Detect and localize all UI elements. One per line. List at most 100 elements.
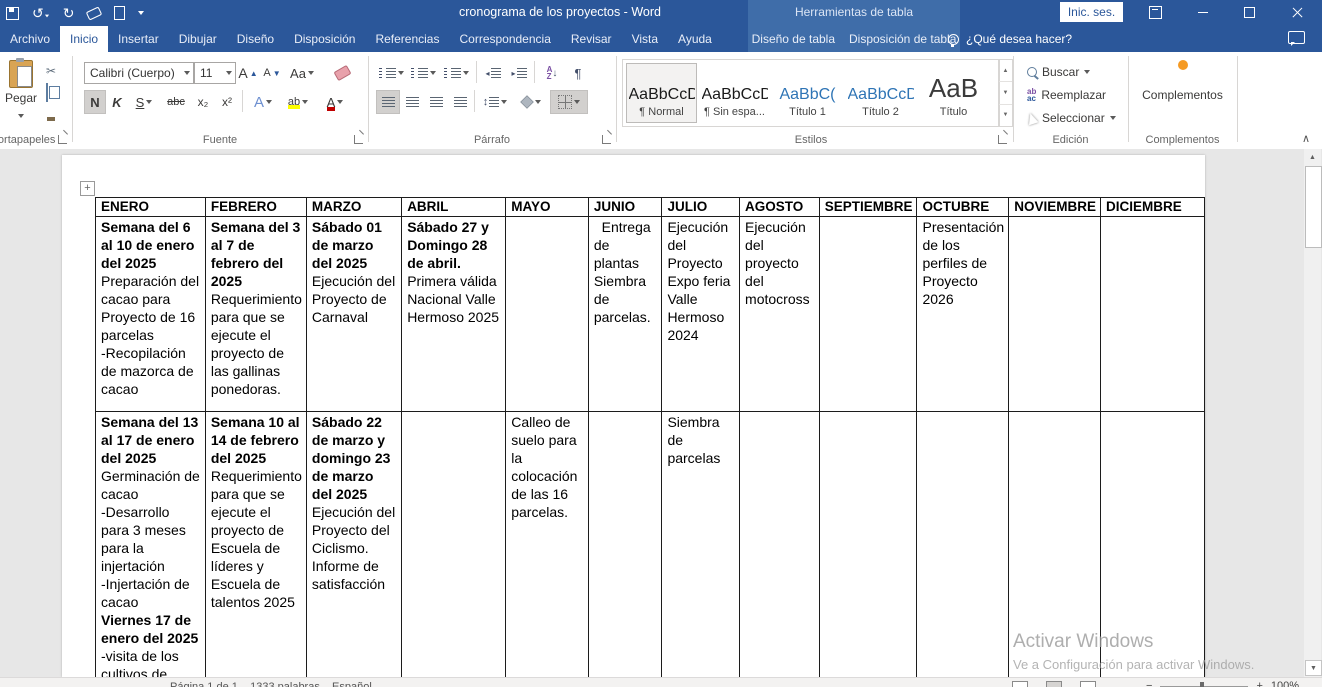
tab-disposicion[interactable]: Disposición bbox=[284, 26, 365, 52]
table-cell[interactable] bbox=[819, 217, 917, 412]
table-cell[interactable]: Entrega de plantasSiembra de parcelas. bbox=[588, 217, 662, 412]
table-cell[interactable]: Semana del 13 al 17 de enero del 2025Ger… bbox=[96, 412, 206, 678]
close-button[interactable] bbox=[1280, 0, 1314, 24]
tab-correspondencia[interactable]: Correspondencia bbox=[449, 26, 560, 52]
justify-button[interactable] bbox=[448, 90, 472, 114]
redo-icon[interactable]: ↻ bbox=[63, 4, 75, 22]
font-color-button[interactable]: A bbox=[318, 90, 352, 114]
style-item-2[interactable]: AaBbC(Título 1 bbox=[772, 63, 843, 123]
font-dialog-launcher[interactable] bbox=[354, 135, 363, 144]
tab-referencias[interactable]: Referencias bbox=[365, 26, 449, 52]
minimize-button[interactable] bbox=[1186, 0, 1220, 24]
month-header-mayo[interactable]: MAYO bbox=[506, 198, 589, 217]
shading-button[interactable] bbox=[514, 90, 548, 114]
tab-revisar[interactable]: Revisar bbox=[561, 26, 622, 52]
tab-ayuda[interactable]: Ayuda bbox=[668, 26, 722, 52]
table-cell[interactable] bbox=[740, 412, 820, 678]
tab-archivo[interactable]: Archivo bbox=[0, 26, 60, 52]
month-header-julio[interactable]: JULIO bbox=[662, 198, 740, 217]
strikethrough-button[interactable]: abc bbox=[162, 90, 190, 114]
month-header-septiembre[interactable]: SEPTIEMBRE bbox=[819, 198, 917, 217]
font-size-combo[interactable]: 11 bbox=[194, 62, 236, 84]
numbering-button[interactable] bbox=[408, 61, 438, 85]
underline-button[interactable]: S bbox=[128, 90, 160, 114]
table-cell[interactable]: Semana del 6 al 10 de enero del 2025Prep… bbox=[96, 217, 206, 412]
month-header-febrero[interactable]: FEBRERO bbox=[205, 198, 306, 217]
styles-scroll-down-icon[interactable]: ▼ bbox=[999, 82, 1012, 104]
bullets-button[interactable] bbox=[376, 61, 406, 85]
table-cell[interactable]: Calleo de suelo para la colocación de la… bbox=[506, 412, 589, 678]
tab-insertar[interactable]: Insertar bbox=[108, 26, 169, 52]
customize-qat-icon[interactable] bbox=[138, 11, 144, 15]
tab-diseno-de-tabla[interactable]: Diseño de tabla bbox=[745, 26, 842, 52]
shrink-font-button[interactable]: A▼ bbox=[260, 61, 284, 85]
bold-button[interactable]: N bbox=[84, 90, 106, 114]
subscript-button[interactable]: x₂ bbox=[191, 90, 215, 114]
scroll-down-button[interactable]: ▼ bbox=[1305, 660, 1322, 676]
web-layout-icon[interactable] bbox=[1080, 681, 1096, 687]
copy-button[interactable] bbox=[46, 84, 48, 102]
table-cell[interactable] bbox=[1009, 412, 1101, 678]
increase-indent-button[interactable]: ▸ bbox=[506, 61, 532, 85]
table-cell[interactable] bbox=[917, 412, 1009, 678]
line-spacing-button[interactable]: ↕ bbox=[478, 90, 512, 114]
clear-formatting-button[interactable] bbox=[328, 61, 356, 85]
vertical-scrollbar[interactable]: ▲ ▼ bbox=[1304, 149, 1321, 677]
month-header-agosto[interactable]: AGOSTO bbox=[740, 198, 820, 217]
styles-scroll-up-icon[interactable]: ▲ bbox=[999, 60, 1012, 82]
ribbon-display-options-button[interactable] bbox=[1138, 0, 1172, 24]
style-item-3[interactable]: AaBbCcDTítulo 2 bbox=[845, 63, 916, 123]
table-cell[interactable] bbox=[1009, 217, 1101, 412]
document-page[interactable]: + ENEROFEBREROMARZOABRILMAYOJUNIOJULIOAG… bbox=[62, 155, 1205, 677]
month-header-marzo[interactable]: MARZO bbox=[306, 198, 401, 217]
table-cell[interactable] bbox=[819, 412, 917, 678]
table-cell[interactable] bbox=[588, 412, 662, 678]
zoom-slider[interactable] bbox=[1160, 686, 1248, 687]
paragraph-dialog-launcher[interactable] bbox=[602, 135, 611, 144]
table-cell[interactable]: Siembra de parcelas bbox=[662, 412, 740, 678]
align-left-button[interactable] bbox=[376, 90, 400, 114]
borders-button[interactable] bbox=[550, 90, 588, 114]
zoom-out-button[interactable]: − bbox=[1146, 680, 1152, 687]
decrease-indent-button[interactable]: ◂ bbox=[480, 61, 506, 85]
month-header-octubre[interactable]: OCTUBRE bbox=[917, 198, 1009, 217]
new-document-icon[interactable] bbox=[114, 6, 125, 20]
collapse-ribbon-icon[interactable]: ∧ bbox=[1302, 132, 1310, 145]
status-left-text[interactable]: Página 1 de 1 1333 palabras Español bbox=[170, 681, 372, 687]
align-center-button[interactable] bbox=[400, 90, 424, 114]
styles-more-icon[interactable]: ▼ bbox=[999, 105, 1012, 126]
table-cell[interactable] bbox=[1100, 412, 1204, 678]
maximize-button[interactable] bbox=[1232, 0, 1266, 24]
zoom-slider-knob[interactable] bbox=[1200, 682, 1204, 687]
table-cell[interactable]: Sábado 22 de marzo y domingo 23 de marzo… bbox=[306, 412, 401, 678]
table-cell[interactable] bbox=[402, 412, 506, 678]
show-marks-button[interactable]: ¶ bbox=[566, 61, 590, 85]
comments-icon[interactable] bbox=[1288, 31, 1305, 44]
style-item-1[interactable]: AaBbCcDc¶ Sin espa... bbox=[699, 63, 770, 123]
italic-button[interactable]: K bbox=[107, 90, 127, 114]
tab-dibujar[interactable]: Dibujar bbox=[169, 26, 227, 52]
sort-button[interactable]: AZ↓ bbox=[538, 61, 566, 85]
style-item-0[interactable]: AaBbCcDc¶ Normal bbox=[626, 63, 697, 123]
scrollbar-thumb[interactable] bbox=[1305, 166, 1322, 248]
table-cell[interactable]: Sábado 01 de marzo del 2025Ejecución del… bbox=[306, 217, 401, 412]
table-cell[interactable] bbox=[1100, 217, 1204, 412]
superscript-button[interactable]: x² bbox=[215, 90, 239, 114]
tell-me-box[interactable]: ¿Qué desea hacer? bbox=[948, 26, 1072, 52]
table-cell[interactable] bbox=[506, 217, 589, 412]
table-cell[interactable]: Sábado 27 y Domingo 28 de abril.Primera … bbox=[402, 217, 506, 412]
month-header-diciembre[interactable]: DICIEMBRE bbox=[1100, 198, 1204, 217]
highlight-button[interactable]: ab bbox=[281, 90, 315, 114]
month-header-junio[interactable]: JUNIO bbox=[588, 198, 662, 217]
month-header-noviembre[interactable]: NOVIEMBRE bbox=[1009, 198, 1101, 217]
align-right-button[interactable] bbox=[424, 90, 448, 114]
select-button[interactable]: Seleccionar bbox=[1027, 108, 1116, 128]
replace-button[interactable]: abac Reemplazar bbox=[1027, 85, 1106, 105]
paste-button[interactable]: Pegar bbox=[0, 60, 42, 123]
multilevel-list-button[interactable] bbox=[440, 61, 472, 85]
table-cell[interactable]: Semana 10 al 14 de febrero del 2025Reque… bbox=[205, 412, 306, 678]
tab-disposicion-de-tabla[interactable]: Disposición de tabla bbox=[842, 26, 963, 52]
scroll-up-button[interactable]: ▲ bbox=[1305, 150, 1320, 164]
table-cell[interactable]: Presentación de los perfiles de Proyecto… bbox=[917, 217, 1009, 412]
zoom-in-button[interactable]: + bbox=[1256, 680, 1262, 687]
